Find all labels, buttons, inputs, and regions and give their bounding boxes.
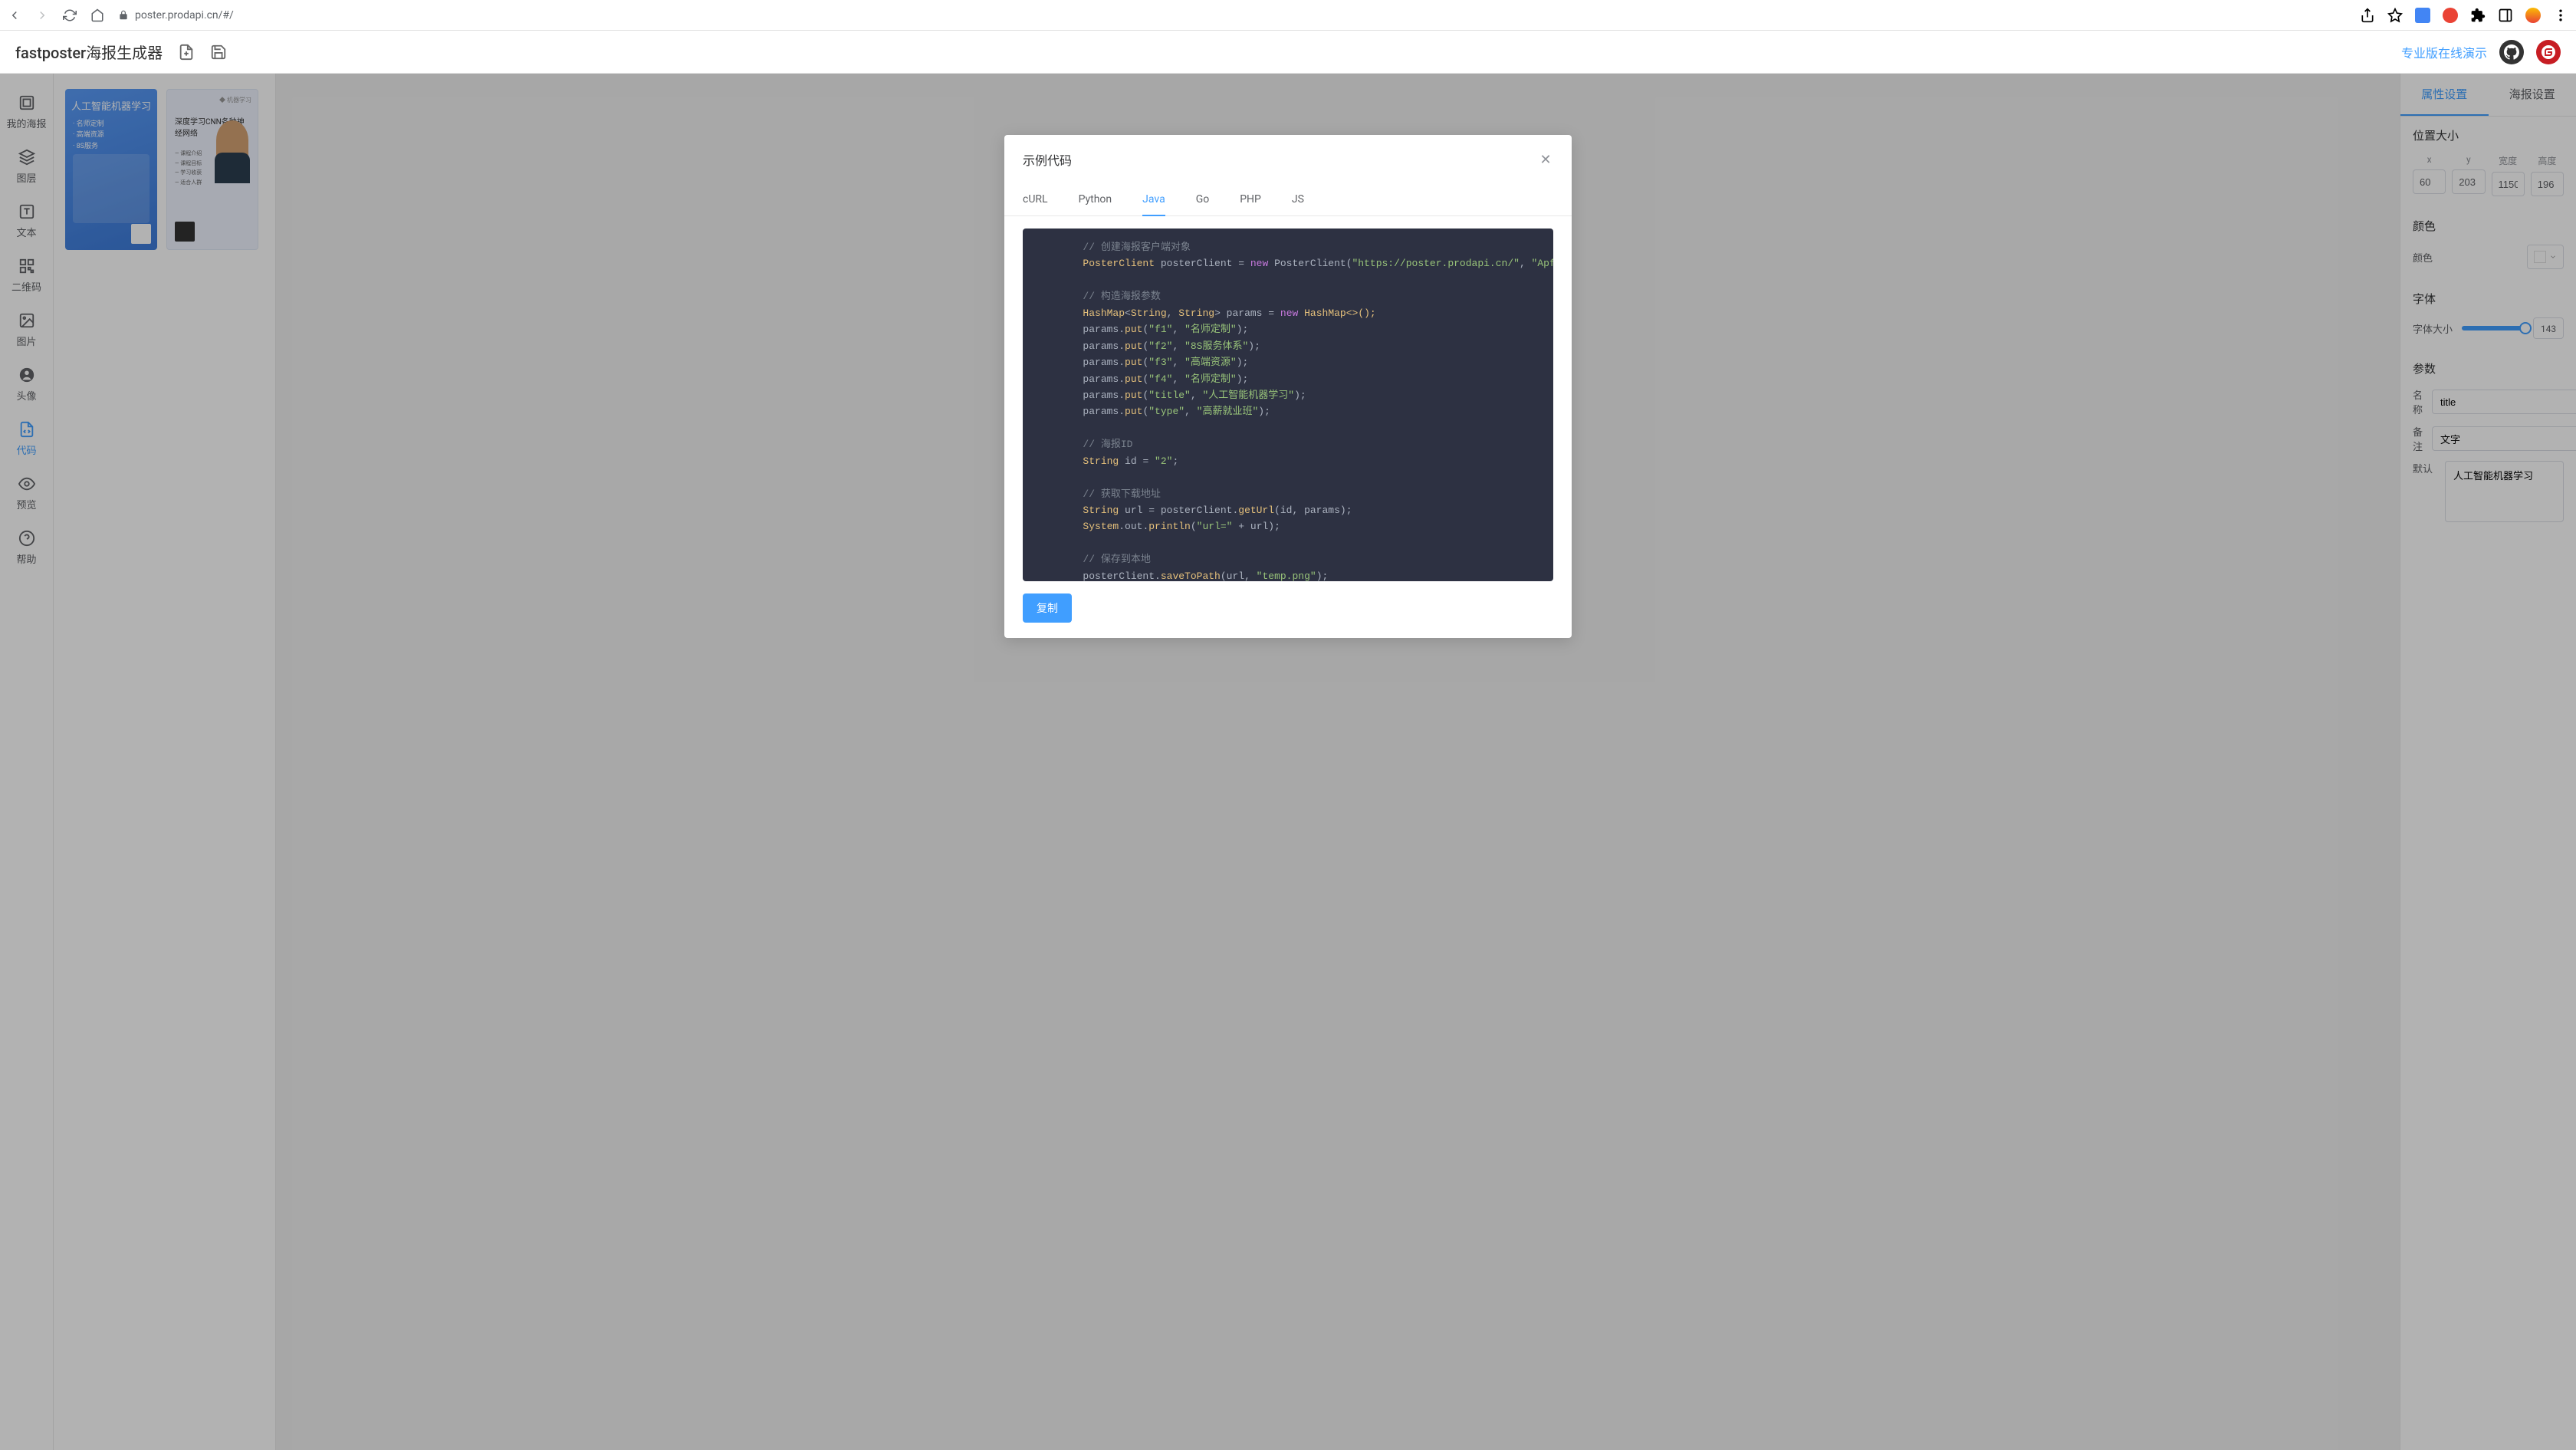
github-icon[interactable]	[2499, 40, 2524, 64]
modal-close-button[interactable]: ✕	[1538, 152, 1553, 167]
menu-icon[interactable]	[2553, 8, 2568, 23]
forward-icon[interactable]	[35, 8, 49, 22]
url-bar[interactable]: poster.prodapi.cn/#/	[118, 9, 2346, 21]
code-block[interactable]: // 创建海报客户端对象 PosterClient posterClient =…	[1023, 229, 1553, 581]
app-header: fastposter海报生成器 专业版在线演示	[0, 31, 2576, 74]
browser-toolbar: poster.prodapi.cn/#/	[0, 0, 2576, 31]
url-text: poster.prodapi.cn/#/	[135, 9, 234, 21]
tab-python[interactable]: Python	[1079, 184, 1112, 216]
extensions-icon[interactable]	[2470, 8, 2486, 23]
profile-avatar-icon[interactable]	[2525, 8, 2541, 23]
share-icon[interactable]	[2360, 8, 2375, 23]
star-icon[interactable]	[2387, 8, 2403, 23]
modal-overlay[interactable]: 示例代码 ✕ cURL Python Java Go PHP JS // 创建海…	[0, 74, 2576, 1450]
extension-red-icon[interactable]	[2443, 8, 2458, 23]
code-sample-modal: 示例代码 ✕ cURL Python Java Go PHP JS // 创建海…	[1004, 135, 1572, 638]
back-icon[interactable]	[8, 8, 21, 22]
tab-js[interactable]: JS	[1292, 184, 1304, 216]
panel-icon[interactable]	[2498, 8, 2513, 23]
reload-icon[interactable]	[63, 8, 77, 22]
home-icon[interactable]	[90, 8, 104, 22]
app-title: fastposter海报生成器	[15, 41, 163, 63]
new-file-icon[interactable]	[178, 44, 195, 61]
pro-version-link[interactable]: 专业版在线演示	[2401, 43, 2487, 61]
copy-button[interactable]: 复制	[1023, 593, 1072, 623]
tab-curl[interactable]: cURL	[1023, 184, 1048, 216]
lock-icon	[118, 10, 129, 21]
gitee-icon[interactable]	[2536, 40, 2561, 64]
tab-php[interactable]: PHP	[1240, 184, 1261, 216]
extension-translate-icon[interactable]	[2415, 8, 2430, 23]
save-icon[interactable]	[210, 44, 227, 61]
tab-java[interactable]: Java	[1142, 184, 1165, 216]
tab-go[interactable]: Go	[1196, 184, 1210, 216]
modal-title: 示例代码	[1023, 150, 1072, 169]
